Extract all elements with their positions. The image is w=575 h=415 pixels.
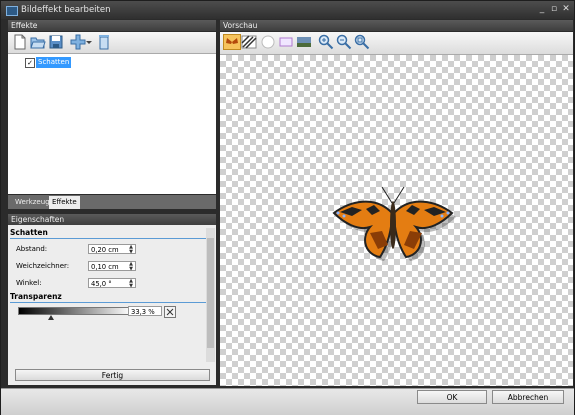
stepper-arrows-icon[interactable]: ▲ ▼ [128, 245, 134, 255]
butterfly-image [332, 186, 456, 261]
winkel-value: 45,0 ° [91, 280, 112, 288]
maximize-button[interactable]: ▫ [549, 4, 559, 14]
window-title: Bildeffekt bearbeiten [21, 5, 111, 15]
butterfly-view-icon[interactable] [223, 34, 241, 50]
frame-view-icon[interactable] [278, 34, 294, 50]
weichzeichner-value: 0,10 cm [91, 263, 119, 271]
white-background-icon[interactable] [260, 34, 276, 50]
open-folder-icon[interactable] [30, 34, 46, 50]
slider-handle[interactable] [48, 315, 54, 320]
section-schatten-heading: Schatten [10, 228, 48, 237]
add-effect-icon[interactable] [70, 34, 86, 50]
new-icon[interactable] [12, 34, 28, 50]
scrollbar-thumb[interactable] [207, 238, 214, 348]
zoom-in-icon[interactable] [318, 34, 334, 50]
zoom-out-icon[interactable] [336, 34, 352, 50]
winkel-label: Winkel: [16, 279, 42, 287]
abstand-stepper[interactable]: 0,20 cm ▲ ▼ [88, 244, 136, 254]
preview-toolbar [220, 32, 573, 55]
chevron-down-icon[interactable] [86, 34, 92, 50]
dialog-footer [1, 388, 574, 415]
transparency-value[interactable]: 33,3 % [128, 306, 162, 316]
effects-panel-header: Effekte [8, 20, 216, 31]
zoom-fit-icon[interactable] [354, 34, 370, 50]
section-transparenz-heading: Transparenz [10, 292, 62, 301]
tree-item-label: Schatten [36, 57, 72, 68]
fertig-button[interactable]: Fertig [15, 369, 210, 381]
properties-scrollbar[interactable] [206, 228, 215, 362]
properties-header: Eigenschaften [8, 214, 216, 225]
section-divider [10, 302, 206, 303]
schatten-checkbox[interactable]: ✓ [25, 58, 35, 68]
zebra-background-icon[interactable] [241, 34, 257, 50]
effects-tree [8, 54, 216, 194]
properties-panel: Schatten Abstand: 0,20 cm ▲ ▼ Weichzeichn… [8, 225, 216, 385]
effects-toolbar [8, 32, 216, 54]
weichzeichner-label: Weichzeichner: [16, 262, 70, 270]
stepper-arrows-icon[interactable]: ▲ ▼ [128, 279, 134, 289]
section-divider [10, 238, 206, 239]
ok-button[interactable]: OK [417, 390, 487, 404]
preview-canvas[interactable] [220, 55, 573, 386]
close-button[interactable]: ✕ [561, 4, 571, 14]
winkel-stepper[interactable]: 45,0 ° ▲ ▼ [88, 278, 136, 288]
color-picker-icon[interactable] [164, 306, 176, 318]
landscape-view-icon[interactable] [296, 34, 312, 50]
tab-effekte[interactable]: Effekte [49, 196, 80, 209]
save-icon[interactable] [48, 34, 64, 50]
dialog-window: Bildeffekt bearbeiten _ ▫ ✕ Effekte ✓ Sc… [0, 0, 575, 415]
cancel-button[interactable]: Abbrechen [492, 390, 564, 404]
stepper-arrows-icon[interactable]: ▲ ▼ [128, 262, 134, 272]
abstand-label: Abstand: [16, 245, 48, 253]
app-icon [6, 6, 18, 16]
title-bar: Bildeffekt bearbeiten _ ▫ ✕ [1, 1, 574, 19]
preview-header: Vorschau [220, 20, 573, 31]
minimize-button[interactable]: _ [537, 4, 547, 14]
weichzeichner-stepper[interactable]: 0,10 cm ▲ ▼ [88, 261, 136, 271]
delete-icon[interactable] [96, 34, 112, 50]
tab-strip: Werkzeuge Effekte [8, 195, 216, 209]
transparency-slider[interactable] [18, 307, 132, 315]
abstand-value: 0,20 cm [91, 246, 119, 254]
